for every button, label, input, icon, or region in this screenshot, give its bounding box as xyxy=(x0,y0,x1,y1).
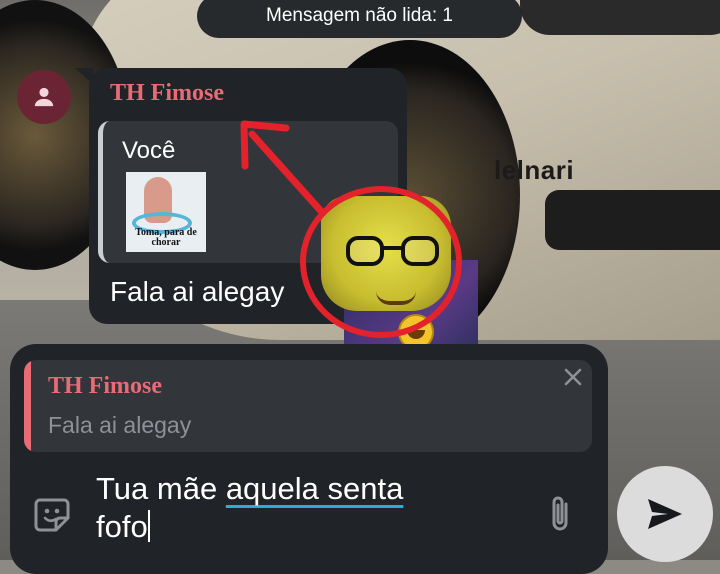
send-button[interactable] xyxy=(617,466,713,562)
quoted-image-thumbnail[interactable]: Toma, para de chorar xyxy=(126,172,206,252)
quoted-author: Você xyxy=(122,137,176,164)
input-text-line2: fofo xyxy=(96,509,148,544)
close-icon xyxy=(564,368,582,386)
reply-sender-name: TH Fimose xyxy=(48,373,162,399)
unread-label: Mensagem não lida: 1 xyxy=(266,5,453,26)
wallpaper-grille xyxy=(545,190,720,250)
sticker-icon xyxy=(34,498,70,532)
text-caret xyxy=(147,510,150,542)
message-sender-name[interactable]: TH Fimose xyxy=(110,80,224,107)
thumbnail-caption: Toma, para de chorar xyxy=(135,227,197,248)
sender-avatar[interactable] xyxy=(17,70,71,124)
red-circle-annotation xyxy=(300,186,462,338)
reply-preview[interactable]: TH Fimose Fala ai alegay xyxy=(24,360,592,452)
wallpaper-headlight xyxy=(520,0,720,35)
paperclip-icon xyxy=(552,496,568,531)
input-text-spellcheck[interactable]: aquela senta xyxy=(226,471,404,506)
unread-messages-banner[interactable]: Mensagem não lida: 1 xyxy=(197,0,522,38)
send-icon xyxy=(648,499,682,529)
message-input[interactable]: Tua mãe aquela senta fofo xyxy=(96,470,536,546)
person-icon xyxy=(34,87,54,107)
message-text: Fala ai alegay xyxy=(110,276,285,307)
reply-message-text: Fala ai alegay xyxy=(48,412,192,438)
input-text-plain: Tua mãe xyxy=(96,471,226,506)
wallpaper-brand-text: lelnari xyxy=(494,155,575,185)
sticker-picker-button[interactable] xyxy=(30,492,74,536)
cancel-reply-button[interactable] xyxy=(560,364,586,390)
attach-button[interactable] xyxy=(540,492,580,536)
reply-accent-bar xyxy=(24,360,31,452)
